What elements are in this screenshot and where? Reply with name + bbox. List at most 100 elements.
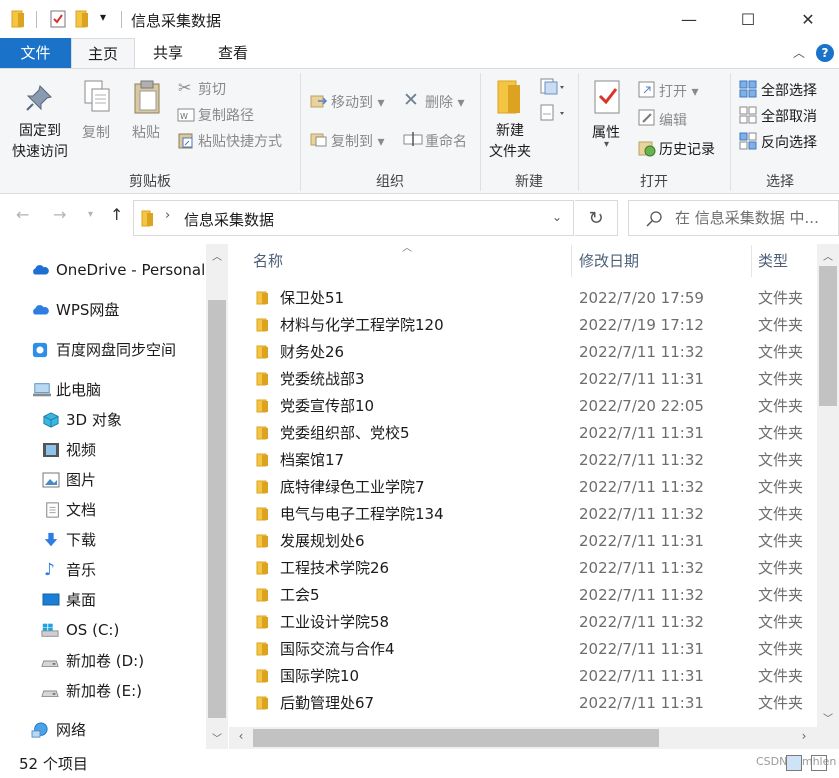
nav-item-onedrive[interactable]: OneDrive - Personal (0, 255, 206, 285)
back-arrow-icon[interactable]: ← (16, 205, 29, 224)
pin-quick-access-button[interactable]: 固定到 快速访问 (8, 121, 72, 163)
properties-dropdown-icon[interactable]: ▾ (604, 139, 609, 150)
tab-home[interactable]: 主页 (71, 38, 135, 69)
file-list: ︿ 名称 修改日期 类型 保卫处51 2022/7/20 17:59 文件夹 材料与化… (229, 241, 839, 749)
paste-shortcut-button[interactable]: 粘贴快捷方式 (198, 131, 282, 151)
file-row[interactable]: 发展规划处6 2022/7/11 11:31 文件夹 (229, 528, 819, 555)
history-button[interactable]: 历史记录 (659, 139, 715, 159)
scroll-up-icon[interactable]: ︿ (208, 248, 226, 263)
file-row[interactable]: 工程技术学院26 2022/7/11 11:32 文件夹 (229, 555, 819, 582)
copy-path-button[interactable]: 复制路径 (198, 105, 254, 125)
nav-pane-scrollbar[interactable]: ︿ ﹀ (206, 244, 228, 749)
select-none-button[interactable]: 全部取消 (761, 106, 817, 126)
nav-item-music[interactable]: ♪ 音乐 (0, 555, 206, 585)
breadcrumb-current[interactable]: 信息采集数据 (184, 209, 274, 230)
file-row[interactable]: 财务处26 2022/7/11 11:32 文件夹 (229, 339, 819, 366)
file-name: 底特律绿色工业学院7 (280, 478, 425, 496)
refresh-button[interactable]: ↻ (575, 200, 618, 236)
nav-item-pictures[interactable]: 图片 (0, 465, 206, 495)
scroll-right-icon[interactable]: › (795, 729, 813, 743)
move-to-button[interactable]: 移动到 ▾ (331, 92, 384, 112)
tab-file[interactable]: 文件 (0, 38, 71, 68)
easy-access-icon[interactable] (540, 104, 568, 122)
quick-access-dropdown-icon[interactable]: ▾ (100, 10, 106, 30)
file-row[interactable]: 国际学院10 2022/7/11 11:31 文件夹 (229, 663, 819, 690)
select-all-button[interactable]: 全部选择 (761, 80, 817, 100)
properties-check-icon[interactable] (49, 9, 67, 29)
edit-button[interactable]: 编辑 (659, 110, 687, 130)
search-box[interactable] (628, 200, 839, 236)
column-header-date[interactable]: 修改日期 (579, 241, 749, 281)
nav-item-videos[interactable]: 视频 (0, 435, 206, 465)
scroll-up-icon[interactable]: ︿ (819, 248, 837, 263)
help-icon[interactable]: ? (816, 44, 834, 62)
recent-locations-chevron-icon[interactable]: ▾ (88, 209, 93, 220)
nav-item-network[interactable]: 网络 (0, 715, 206, 745)
file-list-scrollbar[interactable]: ︿ ﹀ (817, 244, 839, 729)
scrollbar-thumb[interactable] (253, 729, 659, 747)
paste-button[interactable]: 粘贴 (132, 122, 160, 142)
minimize-button[interactable]: — (666, 0, 712, 38)
rename-button[interactable]: 重命名 (425, 131, 467, 151)
close-button[interactable]: ✕ (785, 0, 831, 38)
nav-item-baidu[interactable]: 百度网盘同步空间 (0, 335, 206, 365)
maximize-button[interactable]: ☐ (725, 0, 771, 38)
file-row[interactable]: 党委宣传部10 2022/7/20 22:05 文件夹 (229, 393, 819, 420)
nav-item-drive-d[interactable]: 新加卷 (D:) (0, 646, 206, 676)
file-row[interactable]: 电气与电子工程学院134 2022/7/11 11:32 文件夹 (229, 501, 819, 528)
column-header-name[interactable]: 名称 (253, 241, 569, 281)
delete-button[interactable]: 删除 ▾ (425, 92, 464, 112)
file-row[interactable]: 保卫处51 2022/7/20 17:59 文件夹 (229, 285, 819, 312)
nav-item-3d-objects[interactable]: 3D 对象 (0, 405, 206, 435)
forward-arrow-icon[interactable]: → (53, 205, 66, 224)
column-header-type[interactable]: 类型 (758, 241, 818, 281)
file-row[interactable]: 档案馆17 2022/7/11 11:32 文件夹 (229, 447, 819, 474)
nav-item-wps[interactable]: WPS网盘 (0, 295, 206, 325)
copy-button[interactable]: 复制 (82, 122, 110, 142)
tab-view[interactable]: 查看 (202, 38, 264, 68)
search-input[interactable] (675, 209, 835, 227)
scroll-down-icon[interactable]: ﹀ (819, 710, 837, 725)
address-history-chevron-icon[interactable]: ⌄ (552, 210, 562, 224)
nav-item-this-pc[interactable]: 此电脑 (0, 375, 206, 405)
nav-item-downloads[interactable]: 下载 (0, 525, 206, 555)
new-item-icon[interactable] (540, 78, 568, 96)
nav-item-os-c[interactable]: OS (C:) (0, 615, 206, 645)
new-folder-quick-icon[interactable] (74, 9, 92, 29)
address-bar[interactable]: › 信息采集数据 ⌄ (133, 200, 574, 236)
open-button[interactable]: 打开 ▾ (659, 81, 698, 101)
scroll-left-icon[interactable]: ‹ (232, 729, 250, 743)
folder-icon (256, 615, 268, 629)
file-row[interactable]: 党委统战部3 2022/7/11 11:31 文件夹 (229, 366, 819, 393)
nav-label: 视频 (66, 441, 97, 459)
nav-item-desktop[interactable]: 桌面 (0, 585, 206, 615)
scrollbar-thumb[interactable] (208, 300, 226, 718)
column-divider[interactable] (571, 245, 572, 277)
nav-label: OneDrive - Personal (56, 261, 206, 279)
new-folder-button[interactable]: 新建 文件夹 (482, 121, 538, 163)
nav-item-drive-e[interactable]: 新加卷 (E:) (0, 676, 206, 706)
column-divider[interactable] (751, 245, 752, 277)
file-row[interactable]: 工会5 2022/7/11 11:32 文件夹 (229, 582, 819, 609)
nav-item-documents[interactable]: 文档 (0, 495, 206, 525)
folder-icon (256, 453, 268, 467)
breadcrumb-chevron-icon[interactable]: › (165, 208, 170, 223)
up-arrow-icon[interactable]: ↑ (110, 205, 123, 224)
copy-to-button[interactable]: 复制到 ▾ (331, 131, 384, 151)
tab-share[interactable]: 共享 (137, 38, 199, 68)
details-view-icon[interactable] (786, 755, 802, 771)
file-row[interactable]: 国际交流与合作4 2022/7/11 11:31 文件夹 (229, 636, 819, 663)
file-row[interactable]: 后勤管理处67 2022/7/11 11:31 文件夹 (229, 690, 819, 717)
invert-selection-button[interactable]: 反向选择 (761, 132, 817, 152)
collapse-ribbon-icon[interactable]: ︿ (793, 44, 805, 61)
scrollbar-thumb[interactable] (819, 266, 837, 406)
file-name: 保卫处51 (280, 289, 345, 307)
large-icons-view-icon[interactable] (811, 755, 827, 771)
horizontal-scrollbar[interactable]: ‹ › (229, 727, 839, 749)
file-row[interactable]: 底特律绿色工业学院7 2022/7/11 11:32 文件夹 (229, 474, 819, 501)
cut-button[interactable]: 剪切 (198, 79, 226, 99)
file-row[interactable]: 工业设计学院58 2022/7/11 11:32 文件夹 (229, 609, 819, 636)
file-row[interactable]: 党委组织部、党校5 2022/7/11 11:31 文件夹 (229, 420, 819, 447)
file-row[interactable]: 材料与化学工程学院120 2022/7/19 17:12 文件夹 (229, 312, 819, 339)
scroll-down-icon[interactable]: ﹀ (208, 730, 226, 745)
